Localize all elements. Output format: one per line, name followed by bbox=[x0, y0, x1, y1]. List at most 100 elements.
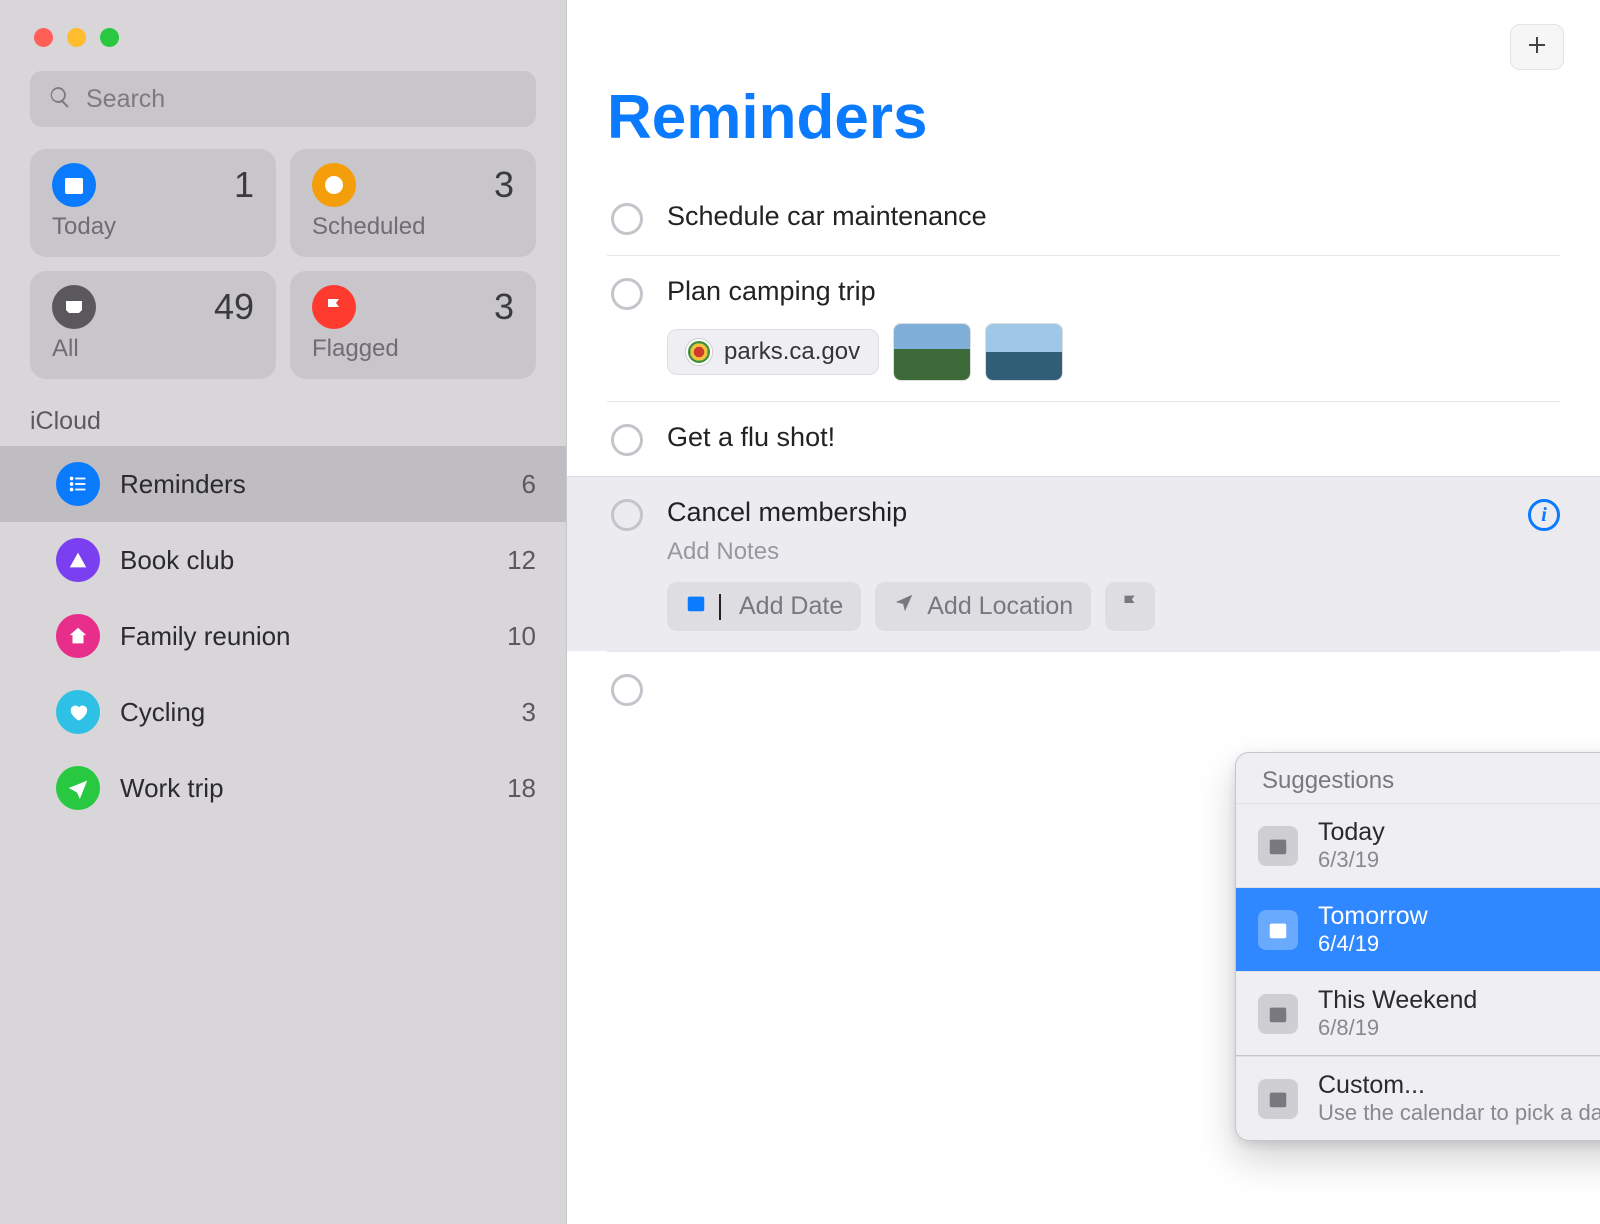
attachment-thumbnail[interactable] bbox=[985, 323, 1063, 381]
list-count: 3 bbox=[522, 697, 536, 728]
reminder-attachments: parks.ca.gov bbox=[667, 323, 1560, 381]
list-name: Family reunion bbox=[120, 621, 487, 652]
sidebar: 1 Today 3 Scheduled 49 All bbox=[0, 0, 567, 1224]
suggestion-this-weekend[interactable]: This Weekend 6/8/19 bbox=[1236, 971, 1600, 1055]
window-controls bbox=[0, 0, 566, 71]
smartlist-flagged-label: Flagged bbox=[312, 335, 514, 363]
suggestion-custom[interactable]: Custom... Use the calendar to pick a dat… bbox=[1236, 1056, 1600, 1140]
list-cycling[interactable]: Cycling 3 bbox=[0, 674, 566, 750]
complete-toggle[interactable] bbox=[611, 203, 643, 235]
list-count: 18 bbox=[507, 773, 536, 804]
complete-toggle[interactable] bbox=[611, 278, 643, 310]
smartlist-today[interactable]: 1 Today bbox=[30, 149, 276, 257]
complete-toggle[interactable] bbox=[611, 424, 643, 456]
list-count: 6 bbox=[522, 469, 536, 500]
fullscreen-window[interactable] bbox=[100, 28, 119, 47]
calendar-icon bbox=[685, 592, 707, 621]
add-date-chip[interactable]: Add Date bbox=[667, 582, 861, 631]
suggestion-title: This Weekend bbox=[1318, 986, 1477, 1015]
suggestion-date: 6/3/19 bbox=[1318, 847, 1385, 873]
reminder-item-editing[interactable]: Cancel membership Add Notes Add Date bbox=[567, 476, 1600, 651]
reminder-title: Schedule car maintenance bbox=[667, 201, 1560, 232]
page-title: Reminders bbox=[607, 0, 1560, 181]
smartlist-all[interactable]: 49 All bbox=[30, 271, 276, 379]
attachment-link-label: parks.ca.gov bbox=[724, 338, 860, 366]
clock-icon bbox=[312, 163, 356, 207]
search-input[interactable] bbox=[86, 85, 518, 114]
smartlist-today-count: 1 bbox=[234, 164, 254, 206]
site-favicon bbox=[686, 339, 712, 365]
smartlist-flagged[interactable]: 3 Flagged bbox=[290, 271, 536, 379]
smartlist-flagged-count: 3 bbox=[494, 286, 514, 328]
suggestion-date: 6/8/19 bbox=[1318, 1015, 1477, 1041]
add-location-label: Add Location bbox=[927, 592, 1073, 621]
calendar-icon bbox=[1258, 994, 1298, 1034]
smartlist-today-label: Today bbox=[52, 213, 254, 241]
list-name: Work trip bbox=[120, 773, 487, 804]
location-icon bbox=[893, 592, 915, 621]
reminder-item[interactable]: Schedule car maintenance bbox=[607, 181, 1560, 255]
house-icon bbox=[56, 614, 100, 658]
list-worktrip[interactable]: Work trip 18 bbox=[0, 750, 566, 826]
calendar-icon bbox=[1258, 910, 1298, 950]
close-window[interactable] bbox=[34, 28, 53, 47]
toolbar bbox=[1510, 24, 1564, 70]
add-reminder-button[interactable] bbox=[1510, 24, 1564, 70]
smartlist-all-count: 49 bbox=[214, 286, 254, 328]
heart-icon bbox=[56, 690, 100, 734]
complete-toggle[interactable] bbox=[611, 674, 643, 706]
suggestion-date: 6/4/19 bbox=[1318, 931, 1428, 957]
info-button[interactable]: i bbox=[1528, 499, 1560, 531]
attachment-thumbnail[interactable] bbox=[893, 323, 971, 381]
search-field[interactable] bbox=[30, 71, 536, 127]
list-bookclub[interactable]: Book club 12 bbox=[0, 522, 566, 598]
tent-icon bbox=[56, 538, 100, 582]
reminder-item[interactable]: Plan camping trip parks.ca.gov bbox=[607, 255, 1560, 401]
list-count: 12 bbox=[507, 545, 536, 576]
attachment-link[interactable]: parks.ca.gov bbox=[667, 329, 879, 375]
search-icon bbox=[48, 85, 72, 114]
flag-icon bbox=[312, 285, 356, 329]
flag-chip[interactable] bbox=[1105, 582, 1155, 631]
smartlist-scheduled-count: 3 bbox=[494, 164, 514, 206]
suggestion-tomorrow[interactable]: Tomorrow 6/4/19 bbox=[1236, 887, 1600, 971]
calendar-icon bbox=[52, 163, 96, 207]
smart-lists: 1 Today 3 Scheduled 49 All bbox=[0, 149, 566, 401]
plane-icon bbox=[56, 766, 100, 810]
minimize-window[interactable] bbox=[67, 28, 86, 47]
plus-icon bbox=[1525, 33, 1549, 62]
reminder-title: Get a flu shot! bbox=[667, 422, 1560, 453]
complete-toggle[interactable] bbox=[611, 499, 643, 531]
date-suggestions-popover: Suggestions Today 6/3/19 Tomorrow 6/4/19 bbox=[1235, 752, 1600, 1141]
suggestion-title: Custom... bbox=[1318, 1071, 1600, 1100]
list-name: Book club bbox=[120, 545, 487, 576]
list-name: Reminders bbox=[120, 469, 502, 500]
tray-icon bbox=[52, 285, 96, 329]
list-family[interactable]: Family reunion 10 bbox=[0, 598, 566, 674]
reminder-item[interactable] bbox=[607, 651, 1560, 726]
user-lists: Reminders 6 Book club 12 Family reunion … bbox=[0, 446, 566, 826]
main-pane: Reminders Schedule car maintenance Plan … bbox=[567, 0, 1600, 1224]
smartlist-scheduled-label: Scheduled bbox=[312, 213, 514, 241]
add-date-label: Add Date bbox=[739, 592, 843, 621]
flag-icon bbox=[1119, 592, 1141, 621]
add-location-chip[interactable]: Add Location bbox=[875, 582, 1091, 631]
suggestion-title: Tomorrow bbox=[1318, 902, 1428, 931]
suggestion-title: Today bbox=[1318, 818, 1385, 847]
calendar-icon bbox=[1258, 1079, 1298, 1119]
list-reminders[interactable]: Reminders 6 bbox=[0, 446, 566, 522]
list-icon bbox=[56, 462, 100, 506]
section-header: iCloud bbox=[0, 401, 566, 446]
calendar-icon bbox=[1258, 826, 1298, 866]
reminder-title: Cancel membership bbox=[667, 497, 1492, 528]
suggestion-subtitle: Use the calendar to pick a date bbox=[1318, 1100, 1600, 1126]
smartlist-all-label: All bbox=[52, 335, 254, 363]
suggestion-today[interactable]: Today 6/3/19 bbox=[1236, 803, 1600, 887]
popover-header: Suggestions bbox=[1236, 753, 1600, 803]
reminder-title: Plan camping trip bbox=[667, 276, 1560, 307]
smartlist-scheduled[interactable]: 3 Scheduled bbox=[290, 149, 536, 257]
add-notes-field[interactable]: Add Notes bbox=[667, 538, 1492, 566]
reminder-item[interactable]: Get a flu shot! bbox=[607, 401, 1560, 476]
list-name: Cycling bbox=[120, 697, 502, 728]
text-cursor bbox=[719, 594, 721, 620]
